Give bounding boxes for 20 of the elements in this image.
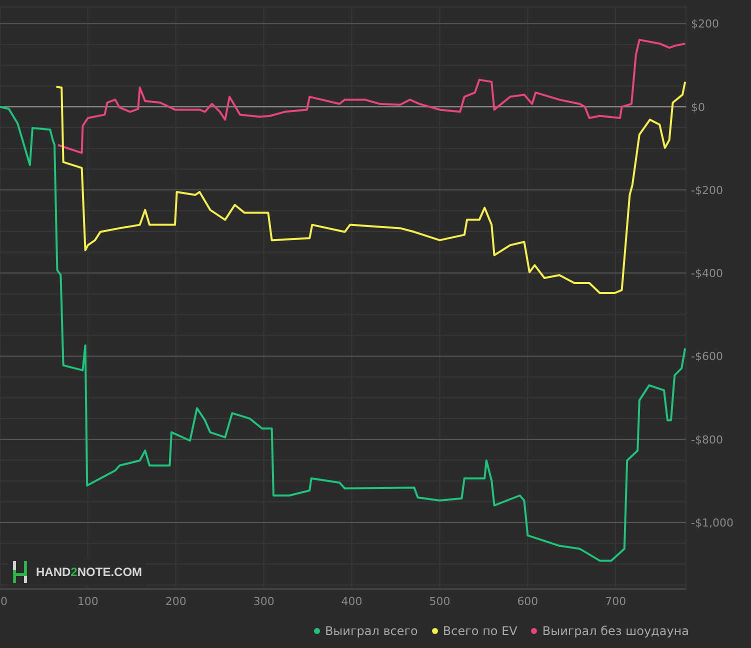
axis-label: 300 [253, 595, 274, 608]
axis-label: 600 [517, 595, 538, 608]
legend-label[interactable]: Выиграл без шоудауна [542, 624, 689, 638]
legend-label[interactable]: Всего по EV [442, 624, 518, 638]
axis-label: -$1,000 [691, 516, 734, 530]
axis-label: -$800 [691, 433, 723, 446]
axis-label: 400 [341, 595, 362, 608]
axis-label: 500 [429, 595, 450, 608]
axis-label: 100 [77, 595, 98, 608]
axis-label: -$200 [691, 184, 723, 197]
legend-label[interactable]: Выиграл всего [324, 624, 418, 638]
axis-label: $200 [691, 18, 719, 31]
logo-text: HAND2NOTE.COM [36, 565, 142, 579]
logo-icon [12, 560, 28, 584]
axis-label: 200 [165, 595, 186, 608]
axis-label: 0 [0, 595, 8, 608]
axis-label: 700 [605, 595, 626, 608]
axis-label: -$400 [691, 267, 723, 280]
axis-label: $0 [691, 100, 705, 114]
axis-label: -$600 [691, 350, 723, 364]
